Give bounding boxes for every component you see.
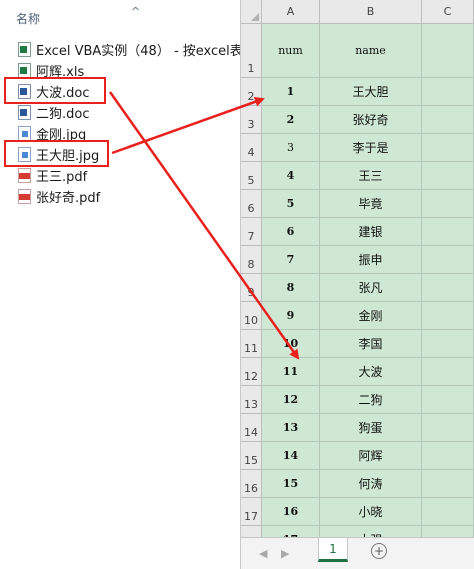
file-item[interactable]: Excel VBA实例（48） - 按excel表格内... — [18, 39, 240, 59]
sheet-tab-bar: ◀ ▶ 1 + — [241, 537, 474, 569]
cell-num[interactable]: 9 — [262, 302, 320, 330]
cell-c[interactable] — [422, 498, 474, 526]
row-header[interactable]: 17 — [241, 498, 262, 526]
cell-c[interactable] — [422, 246, 474, 274]
cell-c[interactable] — [422, 190, 474, 218]
word-icon — [18, 104, 31, 120]
file-name: 王三.pdf — [36, 169, 88, 185]
cell-name[interactable]: 李国 — [320, 330, 422, 358]
cell-c[interactable] — [422, 442, 474, 470]
cell-num[interactable]: 2 — [262, 106, 320, 134]
row-header[interactable]: 14 — [241, 414, 262, 442]
select-all-corner[interactable] — [241, 0, 262, 24]
excel-icon — [18, 41, 31, 57]
cell-name[interactable]: 毕竟 — [320, 190, 422, 218]
cell-c[interactable] — [422, 358, 474, 386]
cell-num[interactable]: 3 — [262, 134, 320, 162]
cell-c[interactable] — [422, 470, 474, 498]
column-header-a[interactable]: A — [262, 0, 320, 24]
cell-c[interactable] — [422, 218, 474, 246]
cell-num[interactable]: 8 — [262, 274, 320, 302]
cell-c[interactable] — [422, 414, 474, 442]
cell-name[interactable]: 张好奇 — [320, 106, 422, 134]
row-header[interactable]: 1 — [241, 24, 262, 78]
file-item[interactable]: 王三.pdf — [18, 165, 87, 185]
cell-num[interactable]: 10 — [262, 330, 320, 358]
cell-c[interactable] — [422, 386, 474, 414]
collapse-icon[interactable]: ^ — [131, 5, 140, 18]
cell-c[interactable] — [422, 274, 474, 302]
excel-icon — [18, 62, 31, 78]
row-header[interactable]: 13 — [241, 386, 262, 414]
cell-c[interactable] — [422, 78, 474, 106]
file-name: 张好奇.pdf — [36, 190, 101, 206]
name-column-header[interactable]: 名称 — [16, 10, 40, 27]
cell-c[interactable] — [422, 24, 474, 78]
cell-name[interactable]: 大波 — [320, 358, 422, 386]
cell-num[interactable]: 12 — [262, 386, 320, 414]
cell-name[interactable]: 狗蛋 — [320, 414, 422, 442]
row-header[interactable]: 8 — [241, 246, 262, 274]
highlight-box-jpg — [4, 140, 109, 167]
cell-name[interactable]: 振申 — [320, 246, 422, 274]
image-icon — [18, 125, 31, 141]
pdf-icon — [18, 188, 31, 204]
cell-num[interactable]: 15 — [262, 470, 320, 498]
highlight-box-doc — [4, 77, 106, 104]
cell-name[interactable]: 王大胆 — [320, 78, 422, 106]
row-header[interactable]: 2 — [241, 78, 262, 106]
file-item[interactable]: 张好奇.pdf — [18, 186, 100, 206]
cell-num[interactable]: 7 — [262, 246, 320, 274]
cell-a-header[interactable]: num — [262, 24, 320, 78]
cell-c[interactable] — [422, 134, 474, 162]
sheet-tab[interactable]: 1 — [318, 538, 348, 562]
spreadsheet: A B C 1 num name 2 1 王大胆 3 2 张好奇 4 3 李于是 5 4 王三 6 5 毕竟 7 6 建… — [241, 0, 474, 569]
cell-c[interactable] — [422, 106, 474, 134]
cell-num[interactable]: 6 — [262, 218, 320, 246]
cell-name[interactable]: 李于是 — [320, 134, 422, 162]
cell-num[interactable]: 11 — [262, 358, 320, 386]
cell-c[interactable] — [422, 302, 474, 330]
cell-name[interactable]: 王三 — [320, 162, 422, 190]
cell-name[interactable]: 何涛 — [320, 470, 422, 498]
row-header[interactable]: 7 — [241, 218, 262, 246]
cell-num[interactable]: 13 — [262, 414, 320, 442]
row-header[interactable]: 4 — [241, 134, 262, 162]
file-name: 二狗.doc — [36, 106, 90, 122]
column-header-c[interactable]: C — [422, 0, 474, 24]
cell-num[interactable]: 14 — [262, 442, 320, 470]
cell-b-header[interactable]: name — [320, 24, 422, 78]
row-header[interactable]: 6 — [241, 190, 262, 218]
cell-name[interactable]: 建银 — [320, 218, 422, 246]
add-sheet-icon[interactable]: + — [371, 543, 387, 559]
cell-num[interactable]: 16 — [262, 498, 320, 526]
cell-num[interactable]: 4 — [262, 162, 320, 190]
cell-c[interactable] — [422, 330, 474, 358]
prev-sheet-icon[interactable]: ◀ — [259, 547, 267, 560]
cell-c[interactable] — [422, 162, 474, 190]
column-header-b[interactable]: B — [320, 0, 422, 24]
cell-name[interactable]: 张凡 — [320, 274, 422, 302]
cell-name[interactable]: 金刚 — [320, 302, 422, 330]
row-header[interactable]: 5 — [241, 162, 262, 190]
cell-name[interactable]: 二狗 — [320, 386, 422, 414]
cell-num[interactable]: 5 — [262, 190, 320, 218]
row-header[interactable]: 12 — [241, 358, 262, 386]
pdf-icon — [18, 167, 31, 183]
row-header[interactable]: 3 — [241, 106, 262, 134]
next-sheet-icon[interactable]: ▶ — [281, 547, 289, 560]
row-header[interactable]: 11 — [241, 330, 262, 358]
cell-name[interactable]: 阿辉 — [320, 442, 422, 470]
row-header[interactable]: 9 — [241, 274, 262, 302]
file-item[interactable]: 二狗.doc — [18, 102, 90, 122]
cell-num[interactable]: 1 — [262, 78, 320, 106]
file-name: Excel VBA实例（48） - 按excel表格内... — [36, 43, 240, 59]
row-header[interactable]: 10 — [241, 302, 262, 330]
file-explorer: 名称 ^ Excel VBA实例（48） - 按excel表格内... 阿辉.x… — [0, 0, 240, 569]
cell-name[interactable]: 小晓 — [320, 498, 422, 526]
row-header[interactable]: 15 — [241, 442, 262, 470]
row-header[interactable]: 16 — [241, 470, 262, 498]
